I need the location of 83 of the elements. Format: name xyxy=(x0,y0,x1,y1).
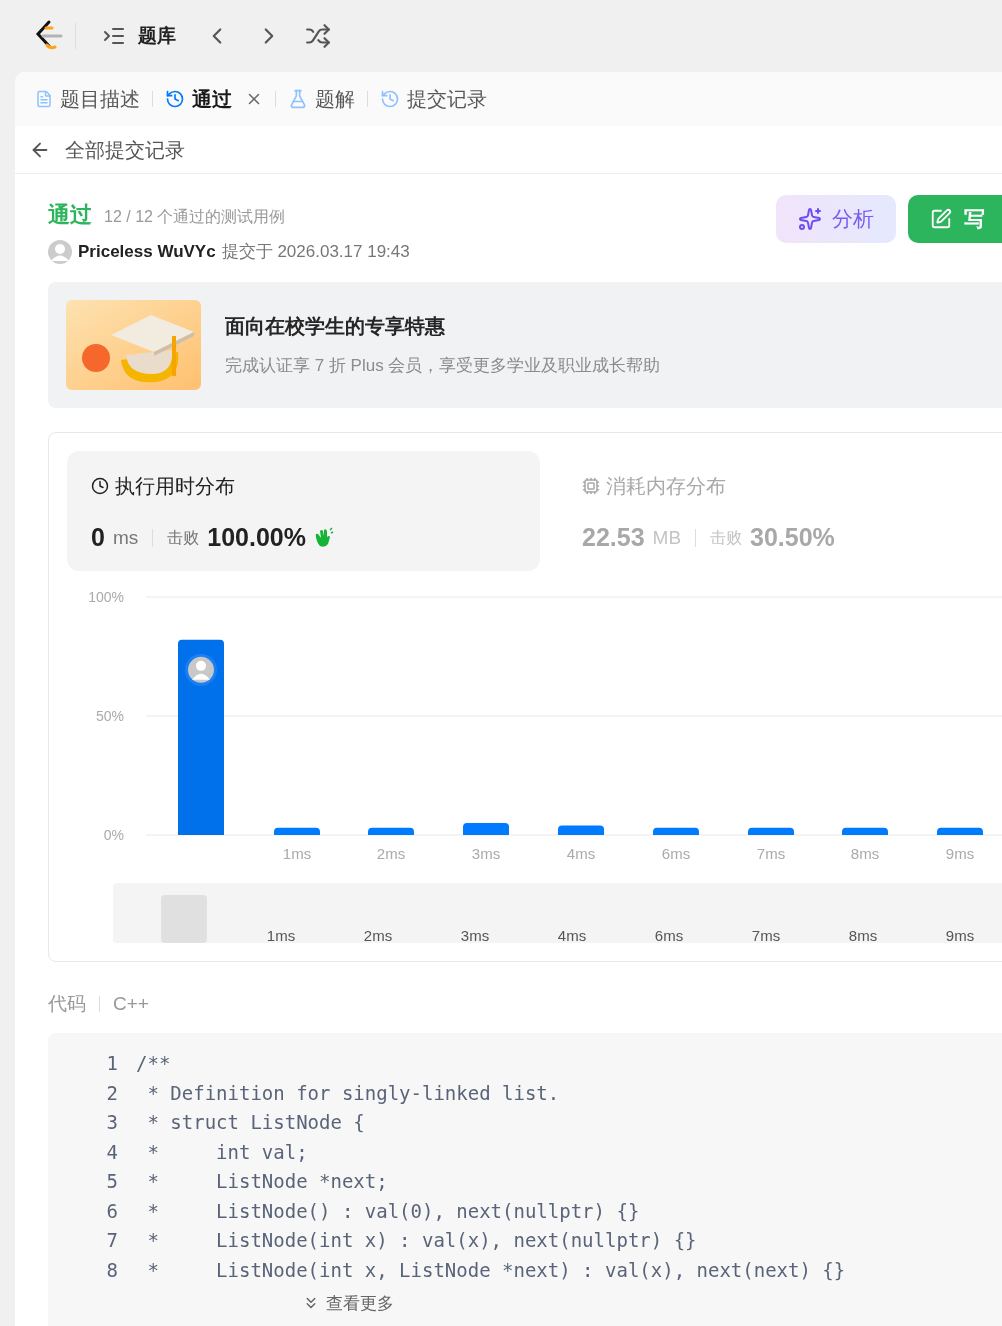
line-number: 2 xyxy=(105,1080,118,1106)
beat-label: 击败 xyxy=(167,527,200,548)
flask-icon xyxy=(288,89,308,109)
beat-percent: 100.00% xyxy=(207,522,306,553)
axis-label: 1ms xyxy=(266,927,296,943)
stat-unit: ms xyxy=(112,525,139,550)
beat-percent: 30.50% xyxy=(750,522,835,553)
bar[interactable] xyxy=(842,827,888,835)
overview-bar xyxy=(161,895,207,943)
axis-label: 9ms xyxy=(945,927,975,943)
status-text: 通过 xyxy=(48,201,92,229)
line-number: 6 xyxy=(105,1198,118,1224)
stat-title: 消耗内存分布 xyxy=(606,474,726,499)
line-number: 7 xyxy=(105,1228,118,1253)
axis-label: 50% xyxy=(95,708,124,724)
axis-label: 100% xyxy=(88,589,124,605)
axis-label: 0% xyxy=(103,827,124,843)
axis-label: 2ms xyxy=(363,927,393,943)
show-more-button[interactable]: 查看更多 xyxy=(302,1290,394,1316)
test-cases-text: 12 / 12 个通过的测试用例 xyxy=(104,207,286,227)
promo-text: 完成认证享 7 折 Plus 会员，享受更多学业及职业成长帮助 xyxy=(225,355,661,378)
document-icon xyxy=(35,90,53,108)
code-line: * Definition for singly-linked list. xyxy=(146,1080,560,1106)
line-number: 4 xyxy=(105,1139,118,1165)
tab[interactable]: 题目描述 xyxy=(35,84,140,114)
bar[interactable] xyxy=(274,827,320,835)
bar[interactable] xyxy=(653,827,699,835)
avatar-icon xyxy=(185,653,217,686)
axis-label: 7ms xyxy=(751,927,781,943)
tab[interactable]: 题解 xyxy=(288,84,355,114)
axis-label: 2ms xyxy=(376,845,406,862)
submit-time: 提交于 2026.03.17 19:43 xyxy=(221,241,410,263)
analyze-button[interactable]: 分析 xyxy=(775,195,896,243)
axis-label: 4ms xyxy=(566,845,596,862)
promo-title: 面向在校学生的专享特惠 xyxy=(225,314,446,340)
line-number: 1 xyxy=(105,1051,118,1076)
code-line: * ListNode(int x) : val(x), next(nullptr) {} xyxy=(146,1228,697,1253)
code-line: * ListNode *next; xyxy=(146,1169,388,1194)
promo-banner[interactable]: 面向在校学生的专享特惠 完成认证享 7 折 Plus 会员，享受更多学业及职业成长帮助 xyxy=(48,282,1002,408)
axis-label: 7ms xyxy=(756,845,786,862)
bar[interactable] xyxy=(558,825,604,835)
axis-label: 6ms xyxy=(661,845,691,862)
code-line: * ListNode() : val(0), next(nullptr) {} xyxy=(146,1198,640,1224)
problem-list-button[interactable]: 题库 xyxy=(102,21,176,51)
bar[interactable] xyxy=(748,827,794,835)
line-number: 3 xyxy=(105,1110,118,1135)
line-number: 5 xyxy=(105,1169,118,1194)
axis-label: 6ms xyxy=(654,927,684,943)
beat-label: 击败 xyxy=(710,527,743,548)
axis-label: 9ms xyxy=(945,845,975,862)
tab[interactable]: 提交记录 xyxy=(380,84,487,114)
stat-card[interactable]: 执行用时分布 0 ms 击败 100.00% xyxy=(67,451,540,571)
code-line: * int val; xyxy=(146,1139,308,1165)
history-icon xyxy=(380,89,400,109)
line-number: 8 xyxy=(105,1257,118,1283)
edit-icon xyxy=(929,208,952,230)
tab[interactable]: 通过 xyxy=(165,84,263,114)
stat-title: 执行用时分布 xyxy=(115,474,235,499)
language-label: C++ xyxy=(113,992,149,1016)
axis-label: 8ms xyxy=(850,845,880,862)
stat-value: 22.53 xyxy=(582,522,645,553)
stat-value: 0 xyxy=(91,522,105,553)
bar[interactable] xyxy=(368,827,414,835)
code-line: * ListNode(int x, ListNode *next) : val(x), next(next) {} xyxy=(146,1257,846,1283)
code-line: /** xyxy=(136,1051,171,1076)
axis-label: 8ms xyxy=(848,927,878,943)
bar[interactable] xyxy=(937,827,983,835)
shuffle-icon[interactable] xyxy=(305,23,331,49)
clock-icon xyxy=(91,477,109,495)
back-link[interactable]: 全部提交记录 xyxy=(29,134,185,165)
axis-label: 1ms xyxy=(282,845,312,862)
stat-unit: MB xyxy=(652,525,682,550)
axis-label: 3ms xyxy=(460,927,490,943)
axis-label: 3ms xyxy=(471,845,501,862)
user-name[interactable]: Priceless WuVYc xyxy=(78,239,216,265)
bar[interactable] xyxy=(178,639,224,835)
sparkle-icon xyxy=(797,207,822,231)
code-label: 代码 xyxy=(48,992,86,1016)
history-icon xyxy=(165,89,185,109)
axis-label: 4ms xyxy=(557,927,587,943)
chip-icon xyxy=(582,477,600,495)
avatar-icon xyxy=(48,239,72,264)
code-line: * struct ListNode { xyxy=(146,1110,365,1135)
